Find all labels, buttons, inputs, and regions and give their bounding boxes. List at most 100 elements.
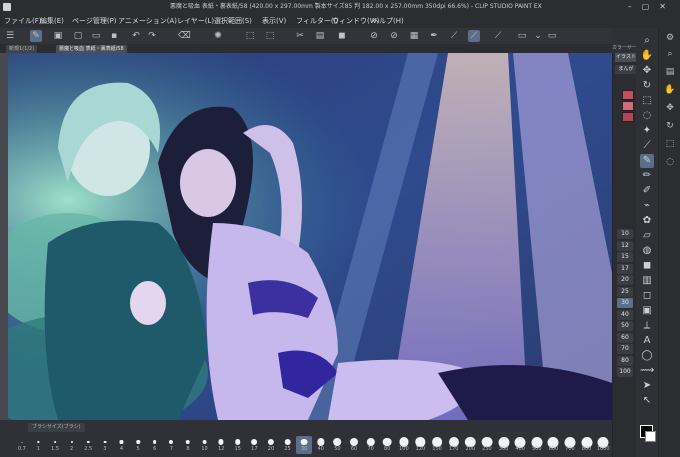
brush-size-250[interactable]: 250 [479,436,495,454]
thumbnail[interactable] [622,90,634,100]
brush-size-1[interactable]: 1 [31,436,47,454]
menu-file[interactable]: ファイル(F) [4,14,42,28]
rotate-icon[interactable]: ↻ [640,79,654,93]
menu-help[interactable]: ヘルプ(H) [372,14,404,28]
brush-size-4[interactable]: 4 [114,436,130,454]
size-item-20[interactable]: 20 [617,275,633,285]
fill-icon[interactable]: ◼ [640,259,654,273]
layer-icon[interactable]: ▤ [664,66,676,78]
brush-size-700[interactable]: 700 [562,436,578,454]
box-icon[interactable]: ▣ [52,30,64,42]
brush-size-20[interactable]: 20 [263,436,279,454]
brush-size-170[interactable]: 170 [446,436,462,454]
select-icon[interactable]: ⬚ [664,138,676,150]
size-item-100[interactable]: 100 [617,367,633,377]
tab-new1[interactable]: 新規1(1/2) [6,45,38,53]
brush-size-30[interactable]: 30 [296,436,312,454]
menu-edit[interactable]: 編集(E) [40,14,64,28]
brush-size-400[interactable]: 400 [512,436,528,454]
move-icon[interactable]: ✥ [664,102,676,114]
select-icon[interactable]: ⬚ [640,94,654,108]
move-icon[interactable]: ✥ [640,64,654,78]
clear-icon[interactable]: ⌫ [178,30,191,42]
brush-size-200[interactable]: 200 [463,436,479,454]
settings-icon[interactable]: ▭ [516,30,528,42]
canvas-area[interactable] [0,53,612,420]
text-icon[interactable]: A [640,334,654,348]
lock-icon[interactable]: ▭ [546,30,558,42]
redo-icon[interactable]: ↷ [146,30,158,42]
save-icon[interactable]: ▪ [108,30,120,42]
ruler-icon[interactable]: ⟂ [640,319,654,333]
layer-mode-icon[interactable]: ⟋ [492,30,504,42]
thumbnail[interactable] [622,112,634,122]
size-item-10[interactable]: 10 [617,229,633,239]
figure-icon[interactable]: ◻ [640,289,654,303]
brush-size-1000[interactable]: 1000 [595,436,611,454]
undo-icon[interactable]: ↶ [130,30,142,42]
eyedropper-icon[interactable]: ⟋ [640,139,654,153]
size-item-50[interactable]: 50 [617,321,633,331]
airbrush-icon[interactable]: ⌁ [640,199,654,213]
new-icon[interactable]: ▢ [72,30,84,42]
brush-size-500[interactable]: 500 [529,436,545,454]
menu-animation[interactable]: アニメーション(A) [118,14,177,28]
size-item-80[interactable]: 80 [617,355,633,366]
brush-icon[interactable]: ✐ [640,184,654,198]
brush-size-7[interactable]: 7 [164,436,180,454]
pen-mode-icon[interactable]: ✒ [428,30,440,42]
menu-page[interactable]: ページ管理(P) [72,14,117,28]
fill-icon[interactable]: ◼ [336,30,348,42]
pen-icon[interactable]: ✎ [30,30,42,42]
thumbnail[interactable] [622,101,634,111]
brush-size-40[interactable]: 40 [313,436,329,454]
hand-icon[interactable]: ✋ [640,49,654,63]
hand-icon[interactable]: ✋ [664,84,676,96]
brush-size-120[interactable]: 120 [413,436,429,454]
gear-icon[interactable]: ⚙ [664,32,676,44]
window-controls[interactable]: –▢✕ [628,0,676,14]
grid-icon[interactable]: ▦ [408,30,420,42]
size-item-40[interactable]: 40 [617,309,633,320]
pen-icon[interactable]: ✎ [640,154,654,168]
lasso-icon[interactable]: ◌ [640,109,654,123]
size-item-17[interactable]: 17 [617,263,633,274]
menu-layer[interactable]: レイヤー(L) [177,14,214,28]
brush-size-80[interactable]: 80 [379,436,395,454]
size-item-12[interactable]: 12 [617,240,633,251]
decoration-icon[interactable]: ✿ [640,214,654,228]
object-icon[interactable]: ➤ [640,379,654,393]
brush-size-70[interactable]: 70 [363,436,379,454]
brush-size-5[interactable]: 5 [130,436,146,454]
magic-wand-icon[interactable]: ✦ [640,124,654,138]
brush-size-17[interactable]: 17 [247,436,263,454]
brush-size-1-5[interactable]: 1.5 [47,436,63,454]
brush-size-25[interactable]: 25 [280,436,296,454]
brush-size-300[interactable]: 300 [496,436,512,454]
brush-size-800[interactable]: 800 [579,436,595,454]
sub-color-swatch[interactable] [645,431,656,442]
menu-icon[interactable]: ☰ [4,30,16,42]
brush-size-600[interactable]: 600 [546,436,562,454]
scissors-icon[interactable]: ✂ [294,30,306,42]
size-item-60[interactable]: 60 [617,332,633,343]
brush-size-8[interactable]: 8 [180,436,196,454]
brush-size-3[interactable]: 3 [97,436,113,454]
copy-icon[interactable]: ⬚ [264,30,276,42]
brush-size-6[interactable]: 6 [147,436,163,454]
cut-icon[interactable]: ⬚ [244,30,256,42]
brush-size-10[interactable]: 10 [197,436,213,454]
menu-view[interactable]: 表示(V) [262,14,286,28]
size-item-15[interactable]: 15 [617,252,633,262]
blend-icon[interactable]: ◍ [640,244,654,258]
balloon-icon[interactable]: ◯ [640,349,654,363]
menu-selection[interactable]: 選択範囲(S) [214,14,252,28]
subtool-tab-manga[interactable]: まんが [615,65,637,74]
size-item-30[interactable]: 30 [617,298,633,308]
brush-size-12[interactable]: 12 [213,436,229,454]
snap-icon[interactable]: ⊘ [368,30,380,42]
pencil-icon[interactable]: ✏ [640,169,654,183]
navigator-icon[interactable]: ⌕ [664,48,676,60]
ruler-icon[interactable]: ⊘ [388,30,400,42]
gradient-icon[interactable]: ▥ [640,274,654,288]
